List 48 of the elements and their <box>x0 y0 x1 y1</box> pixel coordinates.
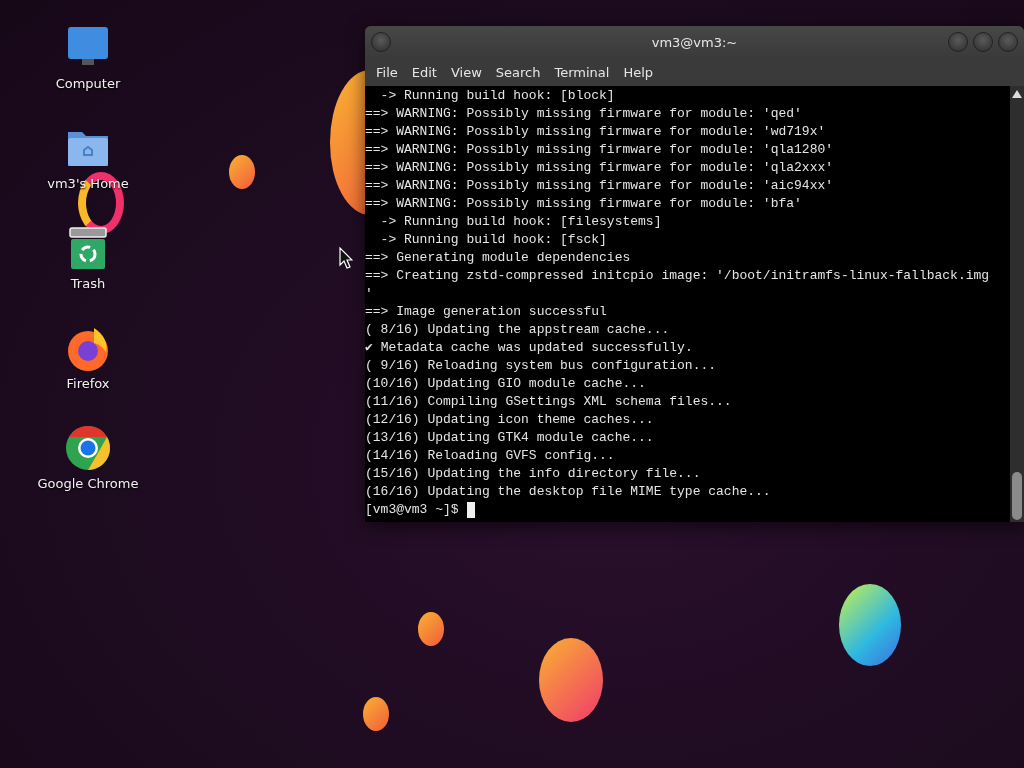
menu-item[interactable]: File <box>369 64 405 80</box>
menu-item[interactable]: Terminal <box>547 64 617 80</box>
terminal-line: ==> WARNING: Possibly missing firmware for module: 'qla1280' <box>365 141 835 159</box>
shell-prompt: [vm3@vm3 ~]$ <box>365 501 459 519</box>
terminal-line: ( 9/16) Reloading system bus configuration... <box>365 357 718 375</box>
scrollbar[interactable] <box>1010 86 1024 522</box>
menu-item[interactable]: Search <box>488 64 548 80</box>
terminal-line: ==> WARNING: Possibly missing firmware for module: 'wd719x' <box>365 123 827 141</box>
terminal-line: ==> WARNING: Possibly missing firmware for module: 'bfa' <box>365 195 803 213</box>
terminal-line: (13/16) Updating GTK4 module cache... <box>365 429 655 447</box>
chrome-icon <box>64 424 112 472</box>
terminal-line: ✔ Metadata cache was updated successfully. <box>365 339 694 357</box>
desktop-icon-label[interactable]: Trash <box>70 276 106 291</box>
blob-shape <box>363 697 389 731</box>
desktop-icon-label[interactable]: Google Chrome <box>37 476 139 491</box>
window-menu-button[interactable] <box>371 32 391 52</box>
maximize-button[interactable] <box>973 32 993 52</box>
desktop-icon-label[interactable]: Computer <box>55 76 121 91</box>
minimize-button[interactable] <box>948 32 968 52</box>
terminal-line: (15/16) Updating the info directory file... <box>365 465 702 483</box>
terminal-line: -> Running build hook: [filesystems] <box>379 213 663 231</box>
terminal-line: ==> WARNING: Possibly missing firmware for module: 'qed' <box>365 105 803 123</box>
terminal-line: ==> WARNING: Possibly missing firmware for module: 'qla2xxx' <box>365 159 835 177</box>
terminal-line: -> Running build hook: [block] <box>379 87 616 105</box>
scroll-up-arrow-icon[interactable] <box>1012 90 1022 98</box>
text-cursor <box>466 502 475 518</box>
close-button[interactable] <box>998 32 1018 52</box>
menu-item[interactable]: View <box>443 64 489 80</box>
terminal-line: (16/16) Updating the desktop file MIME type cache... <box>365 483 772 501</box>
terminal-line: ==> Creating zstd-compressed initcpio image: '/boot/initramfs-linux-fallback.img <box>365 267 991 285</box>
scrollbar-thumb[interactable] <box>1012 472 1022 520</box>
terminal-line: (14/16) Reloading GVFS config... <box>365 447 616 465</box>
terminal-line: (12/16) Updating icon theme caches... <box>365 411 655 429</box>
blob-shape <box>229 155 255 189</box>
terminal-line: ==> Generating module dependencies <box>365 249 632 267</box>
menu-item[interactable]: Help <box>616 64 661 80</box>
terminal-line: (10/16) Updating GIO module cache... <box>365 375 647 393</box>
window-title: vm3@vm3:~ <box>651 34 738 50</box>
blob-shape <box>418 612 444 646</box>
terminal-line: ( 8/16) Updating the appstream cache... <box>365 321 671 339</box>
terminal-line: ==> WARNING: Possibly missing firmware for module: 'aic94xx' <box>365 177 835 195</box>
mouse-pointer-icon <box>339 247 353 269</box>
terminal-line: -> Running build hook: [fsck] <box>379 231 608 249</box>
terminal-line: ==> Image generation successful <box>365 303 608 321</box>
desktop-icon-label[interactable]: Firefox <box>66 376 110 391</box>
terminal-line: (11/16) Compiling GSettings XML schema files... <box>365 393 733 411</box>
terminal-line: ' <box>365 285 374 303</box>
menu-item[interactable]: Edit <box>404 64 444 80</box>
